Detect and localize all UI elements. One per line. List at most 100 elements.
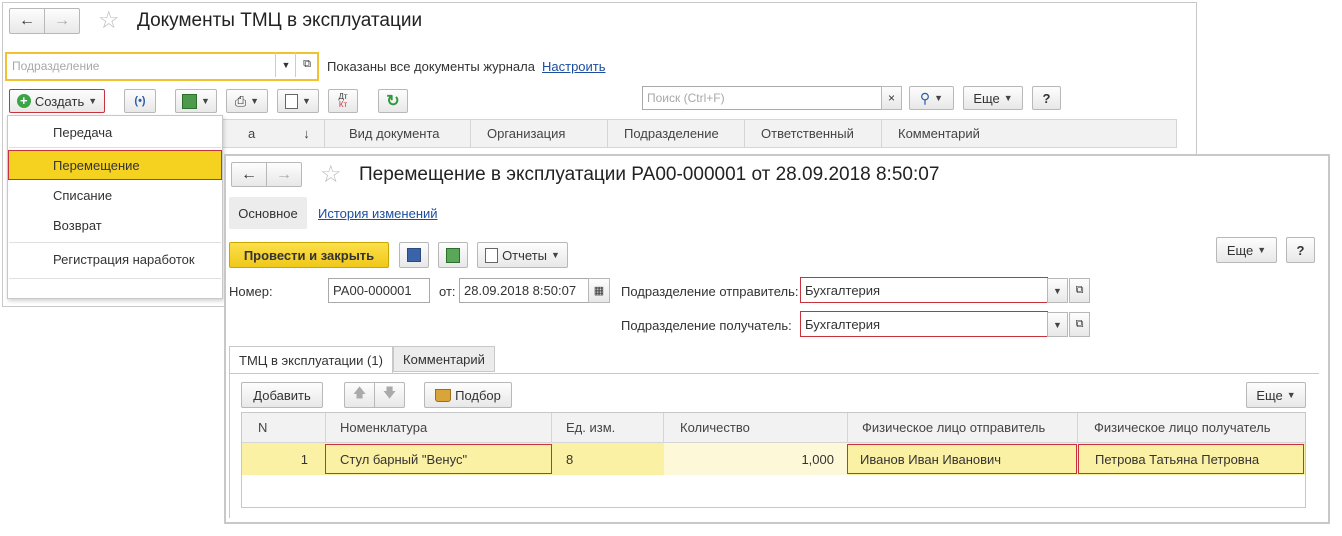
search-input[interactable]: Поиск (Ctrl+F) [642,86,882,110]
subdivision-input[interactable]: Подразделение [12,59,99,73]
chevron-down-icon: ▼ [1003,93,1013,103]
tab-main[interactable]: Основное [229,197,307,229]
clear-search-button[interactable]: × [881,86,902,110]
date-from-label: от: [439,284,456,299]
pick-button[interactable]: Подбор [424,382,512,408]
chevron-down-icon: ▼ [88,96,98,106]
refresh-button[interactable]: ↻ [378,89,408,113]
basket-icon [435,388,452,402]
dt-kt-button[interactable]: Дт Кт [328,89,358,113]
arrow-right-icon: → [54,12,70,29]
print-button[interactable]: ⎙ ▼ [226,89,268,113]
sender-dropdown-button[interactable]: ▼ [1047,278,1068,303]
configure-link[interactable]: Настроить [542,59,606,74]
search-placeholder: Поиск (Ctrl+F) [647,91,725,105]
column-date-label: а [248,126,256,141]
receiver-open-button[interactable]: ⧉ [1069,312,1090,337]
reports-button[interactable]: Отчеты ▼ [477,242,568,268]
table-row[interactable]: 1 Стул барный "Венус" 8 1,000 Иванов Ива… [242,443,1305,475]
tab-comment[interactable]: Комментарий [393,346,495,372]
post-and-close-button[interactable]: Провести и закрыть [229,242,389,268]
more-label: Еще [973,90,1000,106]
number-field[interactable]: РА00-000001 [328,278,430,303]
column-organization[interactable]: Организация [471,120,608,147]
copy-create-button[interactable]: ▼ [175,89,217,113]
column-comment[interactable]: Комментарий [882,120,1178,147]
chevron-down-icon: ▼ [1053,285,1062,296]
search-button[interactable]: ⚲ ▼ [909,86,954,110]
dropdown-arrow-icon[interactable]: ▼ [275,52,296,77]
create-button[interactable]: + Создать ▼ [9,89,105,113]
column-nomenclature[interactable]: Номенклатура [326,413,552,442]
favorite-star-icon[interactable]: ☆ [320,160,342,189]
journal-help-button[interactable]: ? [1032,86,1061,110]
row-nomenclature[interactable]: Стул барный "Венус" [325,444,552,474]
column-sender-person[interactable]: Физическое лицо отправитель [848,413,1078,442]
doc-help-button[interactable]: ? [1286,237,1315,263]
receiver-dropdown-button[interactable]: ▼ [1047,312,1068,337]
sender-subdivision-field[interactable]: Бухгалтерия [800,277,1048,303]
chevron-down-icon: ▼ [1053,319,1062,330]
reports-menu-button[interactable]: ▼ [277,89,319,113]
chevron-down-icon: ▼ [934,93,944,103]
sender-open-button[interactable]: ⧉ [1069,278,1090,303]
more-label: Еще [1226,242,1254,258]
doc-forward-button[interactable]: → [266,162,302,187]
receiver-subdivision-field[interactable]: Бухгалтерия [800,311,1048,337]
journal-more-button[interactable]: Еще ▼ [963,86,1023,110]
arrow-down-icon: 🡇 [382,385,397,400]
move-down-button[interactable]: 🡇 [374,382,405,408]
menu-divider [9,278,221,279]
forward-button[interactable]: → [44,8,80,34]
exchange-button[interactable]: (•) [124,89,156,113]
doc-more-button[interactable]: Еще ▼ [1216,237,1277,263]
receiver-subdivision-label: Подразделение получатель: [621,318,792,333]
add-button[interactable]: Добавить [241,382,323,408]
tab-history-link[interactable]: История изменений [318,206,438,221]
pick-label: Подбор [455,387,501,403]
back-button[interactable]: ← [9,8,45,34]
open-icon: ⧉ [1075,318,1084,330]
chevron-down-icon: ▼ [1286,390,1296,400]
document-title: Перемещение в эксплуатации РА00-000001 о… [359,164,940,185]
date-field[interactable]: 28.09.2018 8:50:07 [459,278,589,303]
shown-docs-text: Показаны все документы журнала [327,59,535,74]
menu-item-write-off[interactable]: Списание [9,180,223,210]
row-sender-person[interactable]: Иванов Иван Иванович [847,444,1077,474]
more-label: Еще [1256,387,1283,403]
row-receiver-person[interactable]: Петрова Татьяна Петровна [1078,444,1304,474]
table-more-button[interactable]: Еще ▼ [1246,382,1306,408]
post-doc-icon [446,247,460,263]
post-button[interactable] [438,242,468,268]
menu-item-return[interactable]: Возврат [9,210,223,240]
column-subdivision[interactable]: Подразделение [608,120,745,147]
column-receiver-person[interactable]: Физическое лицо получатель [1078,413,1305,442]
menu-item-movement[interactable]: Перемещение [8,150,222,180]
tab-tmc[interactable]: ТМЦ в эксплуатации (1) [229,346,393,374]
open-icon[interactable]: ⧉ [295,52,318,77]
menu-item-operating-time[interactable]: Регистрация наработок [9,244,223,274]
reports-label: Отчеты [502,247,547,263]
row-unit[interactable]: 8 [552,443,664,475]
column-quantity[interactable]: Количество [664,413,848,442]
chevron-down-icon: ▼ [302,96,311,106]
arrow-left-icon: ← [241,165,257,183]
menu-divider [9,242,221,243]
column-responsible[interactable]: Ответственный [745,120,882,147]
favorite-star-icon[interactable]: ☆ [98,6,120,35]
menu-item-transfer[interactable]: Передача [9,117,223,147]
save-button[interactable] [399,242,429,268]
column-unit[interactable]: Ед. изм. [552,413,664,442]
column-n[interactable]: N [242,413,326,442]
arrow-right-icon: → [276,165,292,183]
signal-icon: (•) [134,95,146,107]
column-doc-type[interactable]: Вид документа [325,120,471,147]
goods-table-header: N Номенклатура Ед. изм. Количество Физич… [242,413,1305,443]
chevron-down-icon: ▼ [201,96,210,106]
doc-back-button[interactable]: ← [231,162,267,187]
move-up-button[interactable]: 🡅 [344,382,375,408]
subdivision-filter[interactable]: Подразделение ▼ ⧉ [5,52,319,81]
row-quantity[interactable]: 1,000 [664,443,848,475]
calendar-button[interactable]: ▦ [588,278,610,303]
plus-circle-icon: + [16,94,31,108]
